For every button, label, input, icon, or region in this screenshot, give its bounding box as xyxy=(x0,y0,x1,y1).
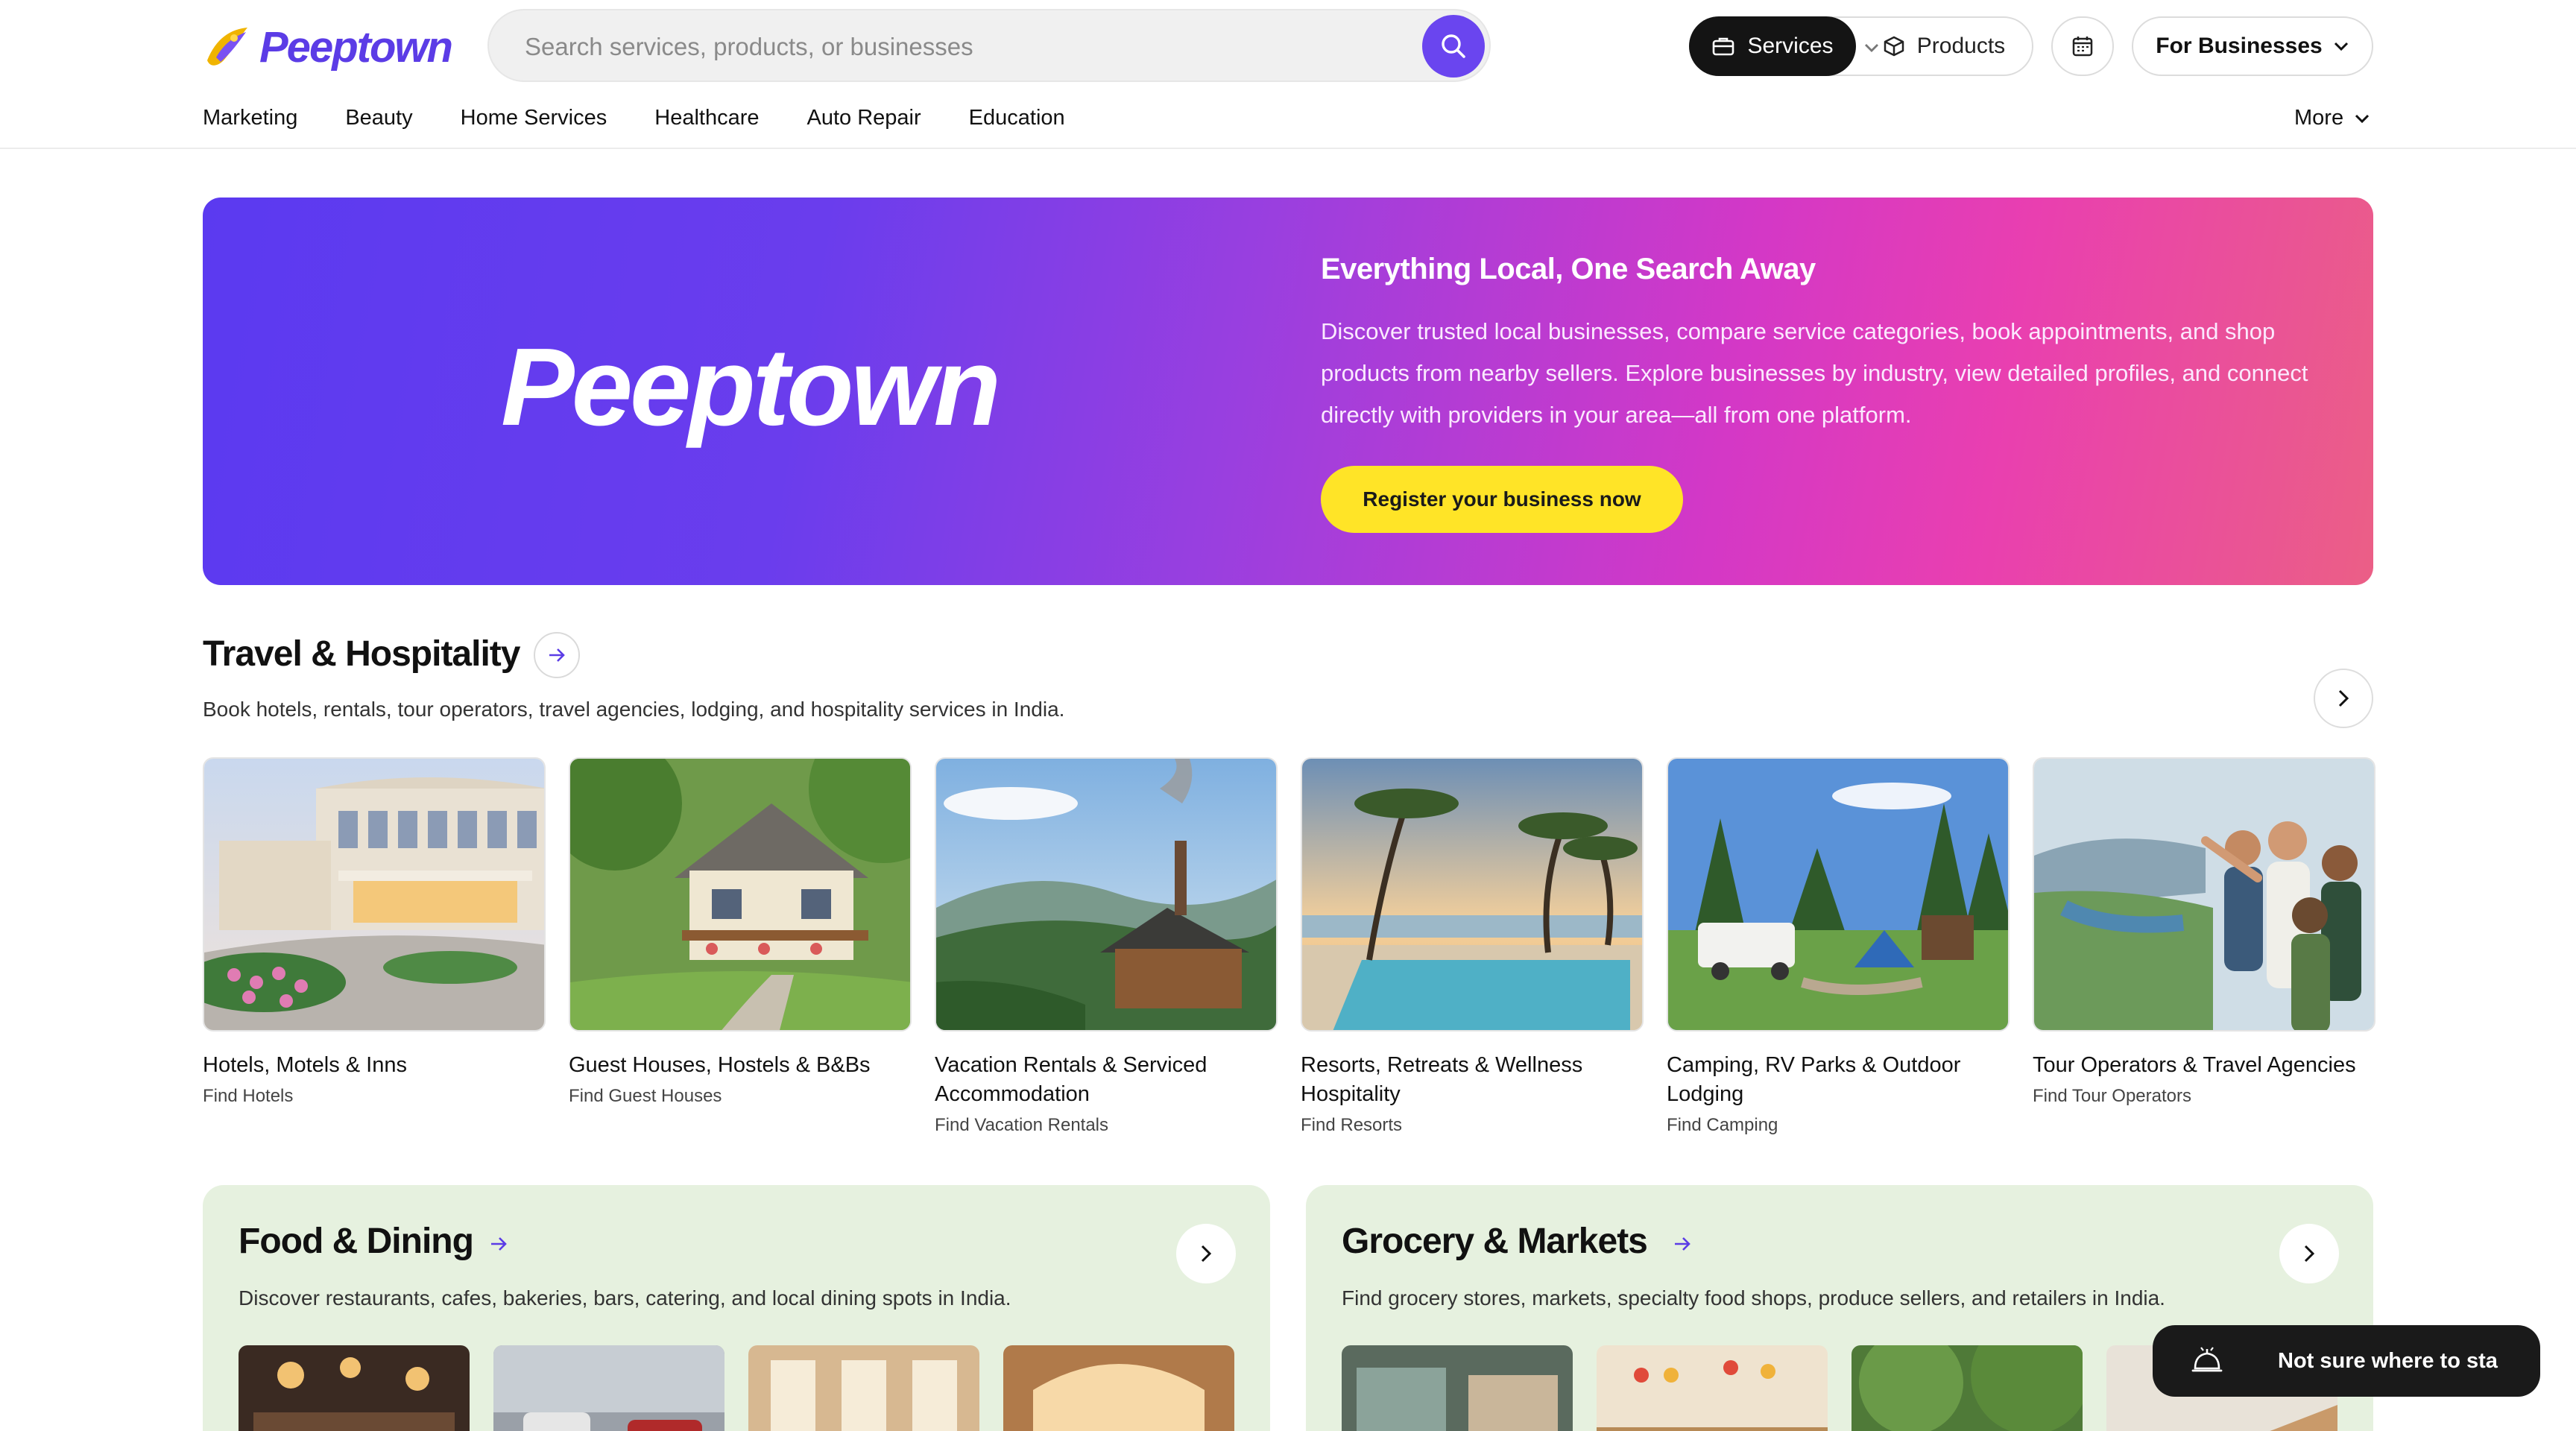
market-photo[interactable] xyxy=(1597,1345,1828,1431)
grocery-section-title[interactable]: Grocery & Markets xyxy=(1342,1221,1648,1262)
service-bell-icon xyxy=(2174,1325,2241,1397)
card-link[interactable]: Find Hotels xyxy=(203,1086,546,1107)
products-toggle-button[interactable]: Products xyxy=(1856,18,2032,75)
card-title: Guest Houses, Hostels & B&Bs xyxy=(569,1053,871,1077)
chevron-down-icon xyxy=(2334,42,2348,51)
grocery-carousel-next-button[interactable] xyxy=(2279,1224,2339,1283)
top-header: Peeptown Services xyxy=(0,0,2576,149)
grocery-view-all-button[interactable] xyxy=(1659,1221,1705,1267)
nav-more-dropdown[interactable]: More xyxy=(2294,106,2370,130)
category-card-camping[interactable]: Camping, RV Parks & Outdoor Lodging Find… xyxy=(1667,757,2010,1136)
package-icon xyxy=(1884,36,1904,57)
category-card-guest-houses[interactable]: Guest Houses, Hostels & B&Bs Find Guest … xyxy=(569,757,912,1107)
brand-name: Peeptown xyxy=(259,22,453,72)
arrow-right-icon xyxy=(491,1237,507,1251)
nav-more-label: More xyxy=(2294,106,2344,130)
card-title: Tour Operators & Travel Agencies xyxy=(2033,1053,2356,1077)
bar-photo[interactable] xyxy=(1003,1345,1234,1431)
search-input[interactable] xyxy=(525,28,1270,66)
hero-title: Everything Local, One Search Away xyxy=(1321,253,1816,285)
nav-item-auto-repair[interactable]: Auto Repair xyxy=(807,106,921,130)
category-card-resorts[interactable]: Resorts, Retreats & Wellness Hospitality… xyxy=(1301,757,1644,1136)
resort-pool-photo xyxy=(1301,757,1644,1032)
card-title: Hotels, Motels & Inns xyxy=(203,1053,407,1077)
mode-toggle: Services Products xyxy=(1689,16,2033,76)
calendar-icon xyxy=(2072,37,2093,57)
brand-logo[interactable]: Peeptown xyxy=(201,19,453,75)
nav-item-marketing[interactable]: Marketing xyxy=(203,106,297,130)
help-chat-toast[interactable]: Not sure where to sta xyxy=(2153,1325,2540,1397)
bakery-photo[interactable] xyxy=(748,1345,979,1431)
hotel-photo xyxy=(203,757,546,1032)
services-toggle-button[interactable]: Services xyxy=(1689,16,1856,76)
chevron-down-icon xyxy=(2355,114,2370,123)
category-nav: Marketing Beauty Home Services Healthcar… xyxy=(203,106,1065,130)
nav-item-home-services[interactable]: Home Services xyxy=(461,106,607,130)
hero-banner: Peeptown Everything Local, One Search Aw… xyxy=(203,198,2373,585)
for-businesses-label: For Businesses xyxy=(2156,34,2323,58)
hero-wordmark: Peeptown xyxy=(501,326,1001,449)
card-title: Camping, RV Parks & Outdoor Lodging xyxy=(1667,1053,1961,1106)
travel-view-all-button[interactable] xyxy=(534,632,580,678)
food-carousel-next-button[interactable] xyxy=(1176,1224,1236,1283)
travel-carousel-next-button[interactable] xyxy=(2314,669,2373,728)
chevron-right-icon xyxy=(2338,689,2349,707)
help-chat-label: Not sure where to sta xyxy=(2278,1348,2498,1373)
calendar-button[interactable] xyxy=(2051,16,2114,76)
food-dining-panel: Food & Dining Discover restaurants, cafe… xyxy=(203,1185,1270,1431)
category-card-vacation-rentals[interactable]: Vacation Rentals & Serviced Accommodatio… xyxy=(935,757,1278,1136)
food-section-description: Discover restaurants, cafes, bakeries, b… xyxy=(239,1286,1011,1310)
hero-description: Discover trusted local businesses, compa… xyxy=(1321,318,2308,428)
campsite-photo xyxy=(1667,757,2010,1032)
register-business-button[interactable]: Register your business now xyxy=(1321,466,1683,533)
card-link[interactable]: Find Guest Houses xyxy=(569,1086,912,1107)
search-bar xyxy=(487,9,1878,82)
restaurant-photo[interactable] xyxy=(239,1345,470,1431)
travel-section-title[interactable]: Travel & Hospitality xyxy=(203,634,520,675)
cafe-street-photo[interactable] xyxy=(493,1345,724,1431)
arrow-right-icon xyxy=(549,648,565,662)
briefcase-icon xyxy=(1713,37,1734,56)
card-link[interactable]: Find Resorts xyxy=(1301,1115,1644,1136)
chevron-right-icon xyxy=(1201,1245,1212,1263)
for-businesses-dropdown[interactable]: For Businesses xyxy=(2132,16,2373,76)
arrow-right-icon xyxy=(1675,1237,1690,1251)
grocery-section-description: Find grocery stores, markets, specialty … xyxy=(1342,1286,2165,1310)
produce-photo[interactable] xyxy=(1852,1345,2083,1431)
card-title: Vacation Rentals & Serviced Accommodatio… xyxy=(935,1053,1208,1106)
card-link[interactable]: Find Tour Operators xyxy=(2033,1086,2375,1107)
card-link[interactable]: Find Vacation Rentals xyxy=(935,1115,1278,1136)
category-card-hotels[interactable]: Hotels, Motels & Inns Find Hotels xyxy=(203,757,546,1107)
guest-house-photo xyxy=(569,757,912,1032)
tour-group-photo xyxy=(2033,757,2375,1032)
services-label: Services xyxy=(1747,34,1834,58)
food-view-all-button[interactable] xyxy=(476,1221,522,1267)
nav-item-education[interactable]: Education xyxy=(969,106,1065,130)
products-label: Products xyxy=(1916,34,2006,58)
card-link[interactable]: Find Camping xyxy=(1667,1115,2010,1136)
chevron-right-icon xyxy=(2304,1245,2315,1263)
search-button[interactable] xyxy=(1422,15,1485,78)
cabin-photo xyxy=(935,757,1278,1032)
category-card-tour-operators[interactable]: Tour Operators & Travel Agencies Find To… xyxy=(2033,757,2375,1107)
food-section-title[interactable]: Food & Dining xyxy=(239,1221,474,1262)
logo-mark-icon xyxy=(207,28,247,66)
grocery-store-photo[interactable] xyxy=(1342,1345,1573,1431)
search-icon xyxy=(1442,34,1465,58)
travel-section-description: Book hotels, rentals, tour operators, tr… xyxy=(203,698,1065,721)
nav-item-healthcare[interactable]: Healthcare xyxy=(654,106,759,130)
nav-item-beauty[interactable]: Beauty xyxy=(345,106,412,130)
card-title: Resorts, Retreats & Wellness Hospitality xyxy=(1301,1053,1583,1106)
